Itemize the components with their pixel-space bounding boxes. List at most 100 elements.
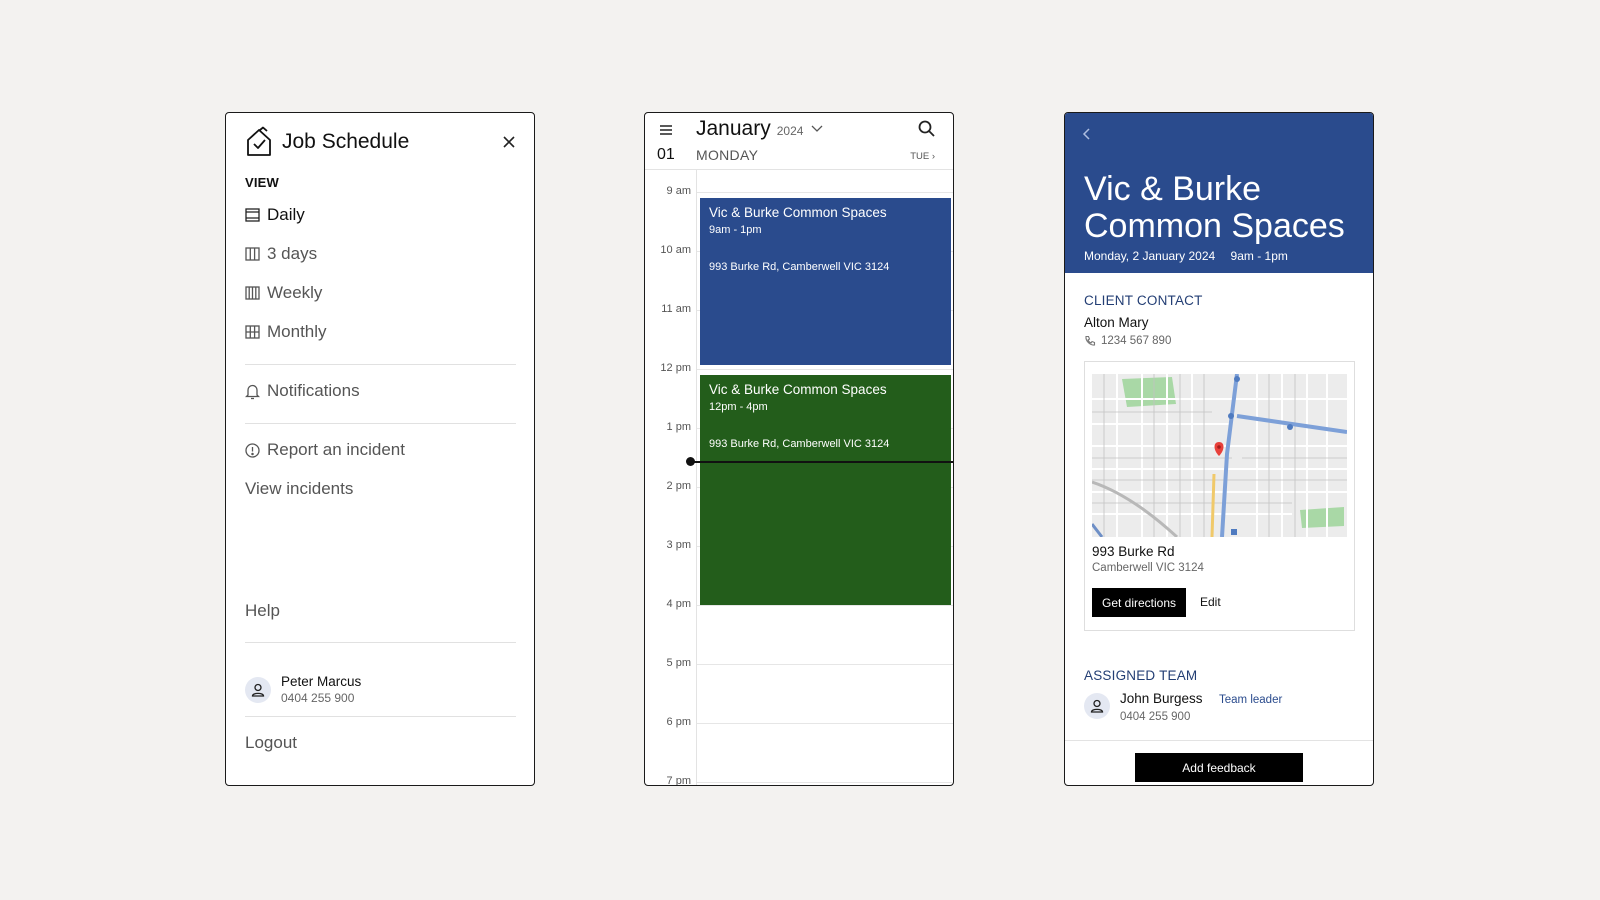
user-icon [251,683,265,697]
report-incident-label: Report an incident [267,440,405,459]
map-view[interactable] [1092,374,1347,537]
report-incident-item[interactable]: Report an incident [245,440,405,460]
user-name: Peter Marcus [281,674,362,689]
hour-gridline [697,723,953,724]
client-contact-label: CLIENT CONTACT [1084,293,1203,308]
view-3-days[interactable]: 3 days [245,244,317,264]
three-day-view-icon [245,247,260,261]
close-icon [503,136,515,148]
hour-gridline [697,664,953,665]
location-card: 993 Burke Rd Camberwell VIC 3124 Get dir… [1084,361,1355,631]
team-member-phone: 0404 255 900 [1120,711,1191,723]
day-number: 01 [657,146,675,163]
month-label: January [696,117,771,140]
calendar-panel: January 2024 01 MONDAY TUE › 9 am 10 am 11… [644,112,954,786]
view-monthly[interactable]: Monthly [245,322,327,342]
menu-header: Job Schedule [244,125,520,159]
user-icon [1090,699,1104,713]
event-card[interactable]: Vic & Burke Common Spaces 12pm - 4pm 993… [700,375,951,605]
event-card[interactable]: Vic & Burke Common Spaces 9am - 1pm 993 … [700,198,951,365]
year-label: 2024 [776,124,804,138]
avatar [1084,693,1110,719]
address-line-2: Camberwell VIC 3124 [1092,562,1204,574]
help-item[interactable]: Help [245,601,280,621]
house-check-icon [247,126,271,156]
job-detail-panel: Vic & Burke Common Spaces Monday, 2 Janu… [1064,112,1374,786]
team-member[interactable]: John Burgess Team leader 0404 255 900 [1084,690,1282,723]
team-member-name: John Burgess [1120,691,1203,706]
hour-gridline [697,369,953,370]
hour-label: 10 am [660,244,691,256]
event-title: Vic & Burke Common Spaces [709,205,887,220]
bell-icon [245,384,260,399]
view-daily[interactable]: Daily [245,205,305,225]
weekday-label: MONDAY [696,147,759,163]
divider [245,423,516,424]
job-schedule: Monday, 2 January 2024 9am - 1pm [1084,249,1300,263]
hour-label: 4 pm [666,598,691,610]
event-time: 9am - 1pm [709,224,762,236]
hour-gridline [697,782,953,783]
event-address: 993 Burke Rd, Camberwell VIC 3124 [709,438,890,450]
avatar [245,676,271,703]
footer-divider [1065,740,1373,741]
hamburger-menu-icon[interactable] [658,123,674,137]
hour-label: 6 pm [666,716,691,728]
hour-label: 12 pm [660,362,691,374]
get-directions-button[interactable]: Get directions [1092,588,1187,617]
address-line-1: 993 Burke Rd [1092,544,1175,559]
view-section-label: VIEW [245,175,280,190]
next-day-button[interactable]: TUE › [910,151,935,162]
hour-gridline [697,192,953,193]
app-title: Job Schedule [282,130,410,153]
view-weekly-label: Weekly [267,283,323,302]
hour-label: 5 pm [666,657,691,669]
hour-label: 3 pm [666,539,691,551]
close-button[interactable] [498,131,520,153]
notifications-label: Notifications [267,381,360,400]
phone-icon [1085,335,1096,346]
team-member-role: Team leader [1219,694,1283,706]
divider [245,364,516,365]
assigned-team-label: ASSIGNED TEAM [1084,668,1198,683]
event-title: Vic & Burke Common Spaces [709,382,887,397]
current-time-line [692,461,953,463]
job-title: Vic & Burke Common Spaces [1084,170,1345,245]
hour-gridline [697,605,953,606]
daily-view-icon [245,208,260,222]
user-phone: 0404 255 900 [281,691,355,705]
hour-label: 2 pm [666,480,691,492]
back-arrow-icon[interactable] [1079,125,1095,143]
hour-label: 7 pm [666,775,691,786]
edit-button[interactable]: Edit [1200,595,1221,609]
view-3-days-label: 3 days [267,244,318,263]
divider [245,642,516,643]
view-incidents-item[interactable]: View incidents [245,479,353,499]
monthly-view-icon [245,325,260,339]
add-feedback-button[interactable]: Add feedback [1135,753,1303,782]
current-time-indicator [686,457,695,466]
month-selector[interactable]: January 2024 [696,117,823,141]
alert-circle-icon [245,442,260,458]
hour-label: 1 pm [666,421,691,433]
chevron-down-icon [811,125,823,132]
view-daily-label: Daily [267,205,305,224]
client-phone: 1234 567 890 [1101,335,1172,347]
job-date: Monday, 2 January 2024 [1084,249,1216,263]
header-divider [645,169,953,170]
divider [245,716,516,717]
time-column-divider [696,170,697,785]
hour-label: 11 am [661,303,691,315]
search-icon[interactable] [917,119,937,139]
job-time: 9am - 1pm [1230,249,1288,263]
logout-item[interactable]: Logout [245,733,297,753]
user-profile[interactable]: Peter Marcus 0404 255 900 [245,674,361,705]
event-address: 993 Burke Rd, Camberwell VIC 3124 [709,261,890,273]
view-weekly[interactable]: Weekly [245,283,322,303]
menu-panel: Job Schedule VIEW Daily 3 days Weekly Mo… [225,112,535,786]
client-name: Alton Mary [1084,315,1149,330]
notifications-item[interactable]: Notifications [245,381,360,401]
view-monthly-label: Monthly [267,322,327,341]
hour-label: 9 am [666,185,691,197]
client-phone-row[interactable]: 1234 567 890 [1084,335,1171,347]
